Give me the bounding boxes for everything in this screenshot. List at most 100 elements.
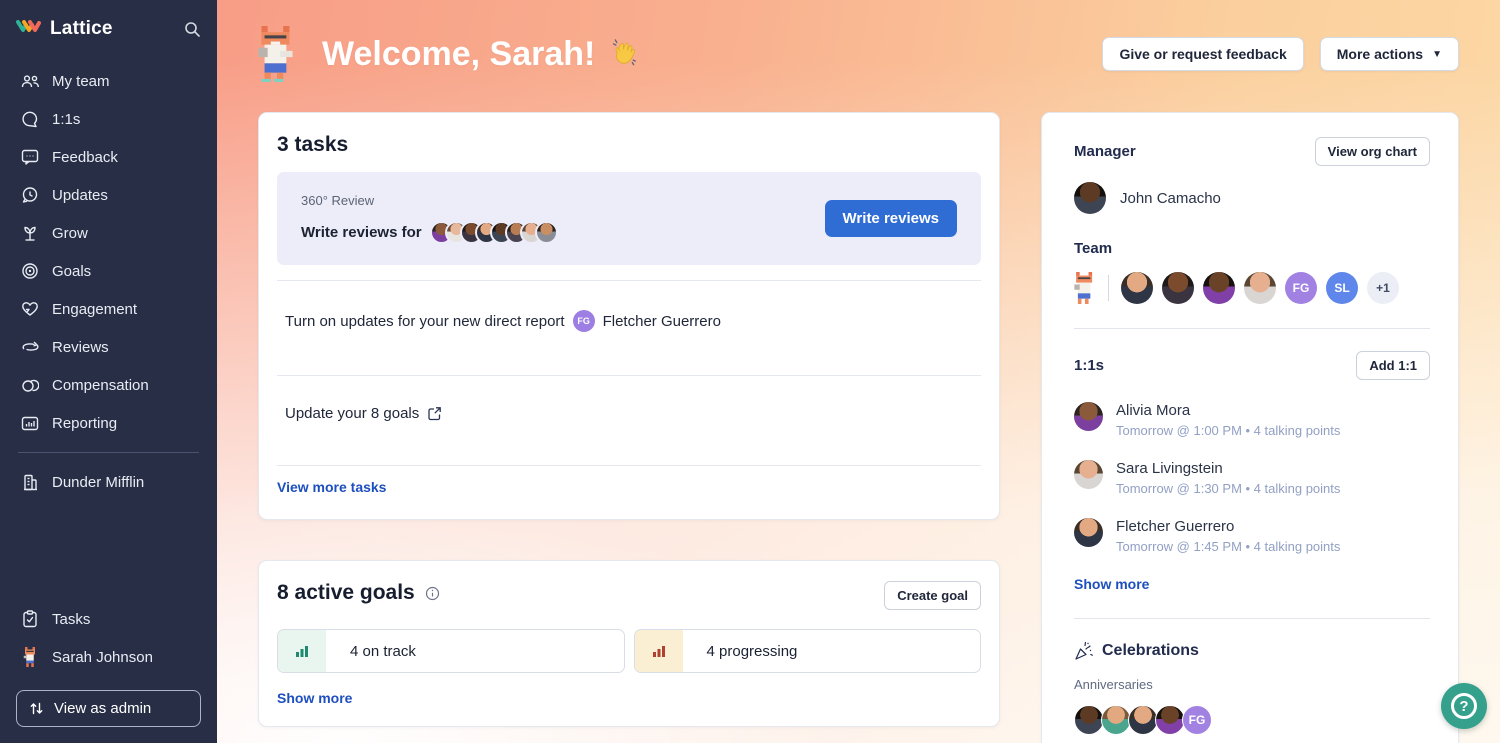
one-on-ones-show-more-link[interactable]: Show more	[1074, 576, 1149, 592]
avatar[interactable]	[1128, 705, 1158, 735]
sidebar-item-label: Dunder Mifflin	[52, 474, 144, 491]
team-avatar-row: FG SL +1	[1074, 272, 1430, 304]
one-on-one-detail: Tomorrow @ 1:45 PM • 4 talking points	[1116, 539, 1340, 554]
anniversaries-label: Anniversaries	[1074, 677, 1430, 692]
create-goal-button[interactable]: Create goal	[884, 581, 981, 610]
manager-avatar	[1074, 182, 1106, 214]
cycle-icon	[20, 337, 40, 357]
page-header: Welcome, Sarah! Give or request feedback…	[217, 0, 1500, 82]
team-heading: Team	[1074, 240, 1430, 257]
sidebar-item-goals[interactable]: Goals	[16, 252, 201, 290]
one-on-one-item[interactable]: Alivia Mora Tomorrow @ 1:00 PM • 4 talki…	[1074, 402, 1430, 438]
sidebar-header: Lattice	[16, 18, 201, 40]
info-icon[interactable]	[425, 586, 440, 601]
team-member-avatar[interactable]	[1203, 272, 1235, 304]
goal-status-label: 4 progressing	[707, 643, 798, 660]
sidebar-item-tasks[interactable]: Tasks	[16, 600, 201, 638]
avatar[interactable]	[1074, 705, 1104, 735]
view-org-chart-button[interactable]: View org chart	[1315, 137, 1430, 166]
external-link-icon	[427, 406, 442, 421]
party-popper-icon	[1074, 641, 1094, 661]
sidebar-item-workspace[interactable]: Dunder Mifflin	[16, 463, 201, 501]
avatar[interactable]	[1101, 705, 1131, 735]
sidebar-divider	[18, 452, 199, 453]
manager-row[interactable]: John Camacho	[1074, 182, 1430, 214]
updates-task-person: Fletcher Guerrero	[603, 313, 721, 330]
one-on-one-detail: Tomorrow @ 1:30 PM • 4 talking points	[1116, 481, 1340, 496]
sidebar-item-engagement[interactable]: Engagement	[16, 290, 201, 328]
one-on-one-detail: Tomorrow @ 1:00 PM • 4 talking points	[1116, 423, 1340, 438]
sidebar-item-label: Feedback	[52, 149, 118, 166]
view-as-admin-label: View as admin	[54, 700, 151, 717]
sidebar-item-label: Updates	[52, 187, 108, 204]
manager-heading: Manager	[1074, 143, 1136, 160]
avatar	[1074, 518, 1103, 547]
celebrations-heading: Celebrations	[1102, 642, 1199, 660]
people-icon	[20, 71, 40, 91]
chat-bubble-icon	[20, 109, 40, 129]
updates-task-row[interactable]: Turn on updates for your new direct repo…	[277, 281, 981, 360]
sidebar-item-label: Sarah Johnson	[52, 649, 153, 666]
avatar	[535, 221, 558, 244]
lattice-logo-icon	[16, 18, 42, 40]
fox-pixel-avatar[interactable]	[1074, 272, 1096, 304]
manager-name: John Camacho	[1120, 190, 1221, 207]
avatar[interactable]	[1155, 705, 1185, 735]
view-as-admin-button[interactable]: View as admin	[16, 690, 201, 727]
question-mark-icon: ?	[1451, 693, 1477, 719]
more-actions-button[interactable]: More actions ▼	[1320, 37, 1459, 71]
avatar	[1074, 460, 1103, 489]
bar-chart-icon	[20, 413, 40, 433]
give-feedback-button[interactable]: Give or request feedback	[1102, 37, 1303, 71]
lattice-logo-text: Lattice	[50, 18, 113, 40]
sidebar-item-label: Tasks	[52, 611, 90, 628]
give-feedback-label: Give or request feedback	[1119, 46, 1286, 62]
sidebar-item-profile[interactable]: Sarah Johnson	[16, 638, 201, 676]
divider	[1074, 328, 1430, 329]
sidebar-item-label: Compensation	[52, 377, 149, 394]
sidebar-item-compensation[interactable]: Compensation	[16, 366, 201, 404]
goals-show-more-link[interactable]: Show more	[277, 690, 352, 706]
write-reviews-button[interactable]: Write reviews	[825, 200, 957, 237]
team-member-avatar[interactable]	[1162, 272, 1194, 304]
sidebar-item-reporting[interactable]: Reporting	[16, 404, 201, 442]
team-member-avatar[interactable]	[1121, 272, 1153, 304]
one-on-one-item[interactable]: Sara Livingstein Tomorrow @ 1:30 PM • 4 …	[1074, 460, 1430, 496]
help-button[interactable]: ?	[1441, 683, 1487, 729]
sidebar-item-my-team[interactable]: My team	[16, 62, 201, 100]
lattice-logo[interactable]: Lattice	[16, 18, 113, 40]
page-title: Welcome, Sarah!	[322, 35, 641, 74]
view-more-tasks-link[interactable]: View more tasks	[277, 479, 386, 495]
team-member-badge-fg[interactable]: FG	[1285, 272, 1317, 304]
team-overflow-badge[interactable]: +1	[1367, 272, 1399, 304]
divider	[1074, 618, 1430, 619]
goal-status-label: 4 on track	[350, 643, 416, 660]
search-icon[interactable]	[184, 21, 201, 38]
tasks-card: 3 tasks 360° Review Write reviews for	[258, 112, 1000, 520]
anniversaries-avatar-row: FG	[1074, 705, 1430, 735]
sidebar-item-label: Reporting	[52, 415, 117, 432]
divider	[1108, 275, 1109, 301]
one-on-one-name: Sara Livingstein	[1116, 460, 1340, 477]
goal-status-on-track[interactable]: 4 on track	[277, 629, 625, 673]
team-member-avatar[interactable]	[1244, 272, 1276, 304]
review-task-row[interactable]: 360° Review Write reviews for	[277, 172, 981, 265]
one-on-one-item[interactable]: Fletcher Guerrero Tomorrow @ 1:45 PM • 4…	[1074, 518, 1430, 554]
add-1-1-button[interactable]: Add 1:1	[1356, 351, 1430, 380]
fox-mascot-avatar	[258, 26, 296, 82]
sidebar-item-label: Goals	[52, 263, 91, 280]
goals-task-text: Update your 8 goals	[285, 405, 419, 422]
sidebar-item-1-1s[interactable]: 1:1s	[16, 100, 201, 138]
sidebar-item-feedback[interactable]: Feedback	[16, 138, 201, 176]
target-icon	[20, 261, 40, 281]
sidebar-item-grow[interactable]: Grow	[16, 214, 201, 252]
waving-hand-icon	[607, 37, 641, 71]
team-panel: Manager View org chart John Camacho Team	[1041, 112, 1459, 743]
sidebar-item-reviews[interactable]: Reviews	[16, 328, 201, 366]
sidebar-item-updates[interactable]: Updates	[16, 176, 201, 214]
sprout-icon	[20, 223, 40, 243]
team-member-badge-sl[interactable]: SL	[1326, 272, 1358, 304]
goals-task-row[interactable]: Update your 8 goals	[277, 376, 981, 450]
anniversary-badge-fg[interactable]: FG	[1182, 705, 1212, 735]
goal-status-progressing[interactable]: 4 progressing	[634, 629, 982, 673]
